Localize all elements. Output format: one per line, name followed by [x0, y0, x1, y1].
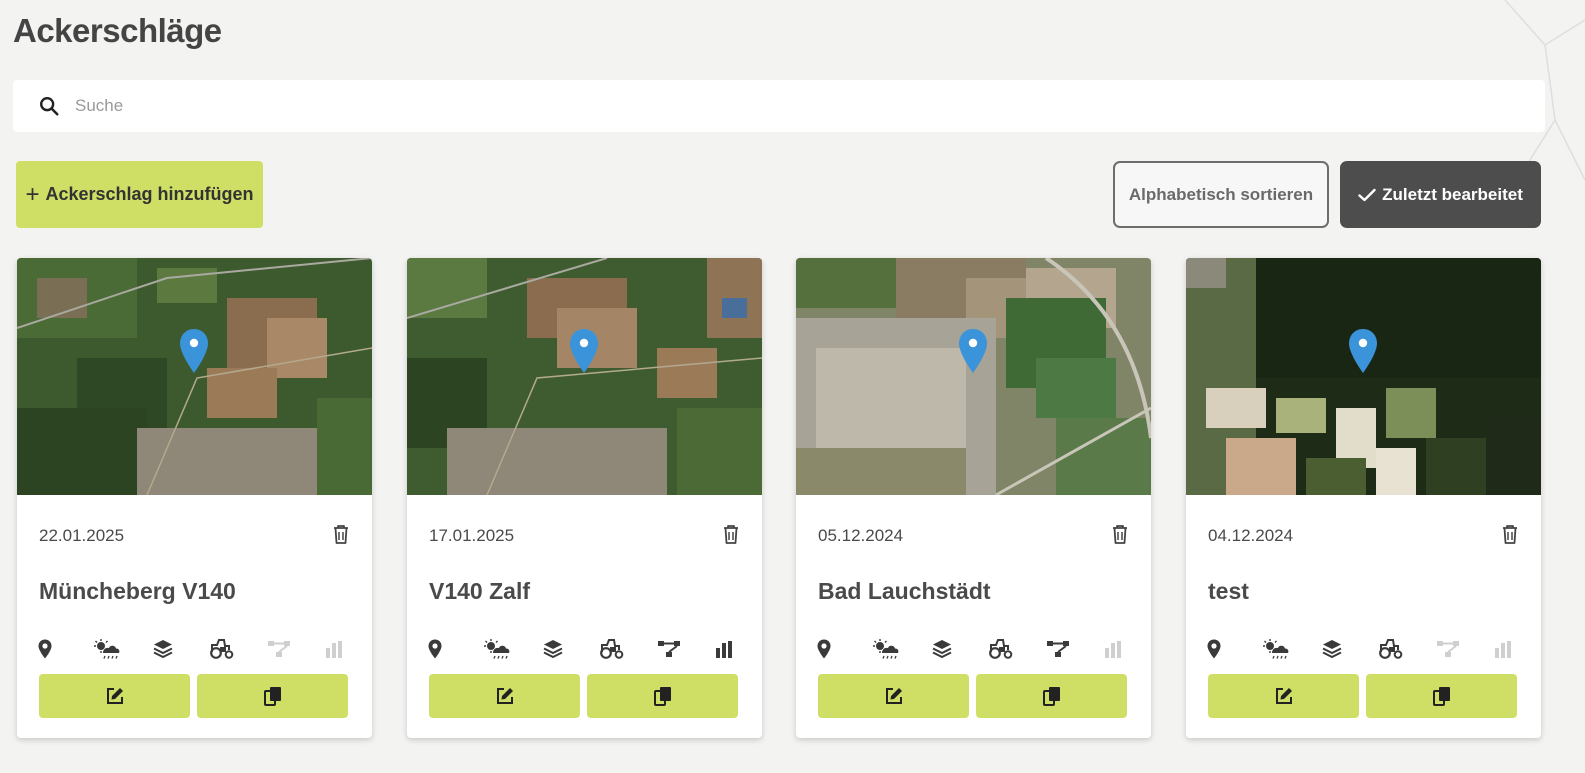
- field-date: 05.12.2024: [818, 526, 904, 545]
- sort-alphabetical-label: Alphabetisch sortieren: [1128, 184, 1314, 204]
- duplicate-button[interactable]: [976, 674, 1127, 718]
- network-icon: [657, 638, 681, 660]
- trash-icon[interactable]: [1501, 524, 1519, 544]
- field-card[interactable]: 22.01.2025 Müncheberg V140: [17, 258, 372, 738]
- copy-icon: [1432, 687, 1450, 706]
- layers-icon: [1322, 638, 1342, 660]
- field-name: V140 Zalf: [429, 578, 530, 604]
- page-title: Ackerschläge: [13, 12, 222, 49]
- map-thumbnail: [407, 258, 762, 495]
- copy-icon: [653, 687, 671, 706]
- location-icon: [1206, 638, 1222, 660]
- layers-icon: [153, 638, 173, 660]
- map-thumbnail: [796, 258, 1151, 495]
- location-pin-icon: [1349, 329, 1377, 373]
- chart-icon: [1494, 638, 1512, 660]
- tractor-icon: [599, 638, 625, 660]
- duplicate-button[interactable]: [1366, 674, 1517, 718]
- field-name: Bad Lauchstädt: [818, 578, 991, 604]
- tractor-icon: [209, 638, 235, 660]
- status-icons: [427, 638, 745, 660]
- edit-icon: [496, 688, 513, 704]
- duplicate-button[interactable]: [197, 674, 348, 718]
- field-card[interactable]: 17.01.2025 V140 Zalf: [407, 258, 762, 738]
- chart-icon: [325, 638, 343, 660]
- sort-recent-label: Zuletzt bearbeitet: [1382, 184, 1523, 204]
- weather-icon: [483, 638, 511, 660]
- status-icons: [1206, 638, 1524, 660]
- copy-icon: [263, 687, 281, 706]
- duplicate-button[interactable]: [587, 674, 738, 718]
- layers-icon: [932, 638, 952, 660]
- edit-icon: [106, 688, 123, 704]
- add-field-button[interactable]: + Ackerschlag hinzufügen: [16, 161, 263, 228]
- trash-icon[interactable]: [332, 524, 350, 544]
- status-icons: [816, 638, 1134, 660]
- map-thumbnail: [1186, 258, 1541, 495]
- network-icon: [267, 638, 291, 660]
- location-icon: [37, 638, 53, 660]
- sort-alphabetical-button[interactable]: Alphabetisch sortieren: [1113, 161, 1329, 228]
- add-field-label: Ackerschlag hinzufügen: [45, 184, 254, 204]
- sort-recent-button[interactable]: Zuletzt bearbeitet: [1340, 161, 1541, 228]
- weather-icon: [1262, 638, 1290, 660]
- field-card[interactable]: 04.12.2024 test: [1186, 258, 1541, 738]
- field-date: 04.12.2024: [1208, 526, 1294, 545]
- field-date: 22.01.2025: [39, 526, 125, 545]
- copy-icon: [1042, 687, 1060, 706]
- field-date: 17.01.2025: [429, 526, 515, 545]
- location-pin-icon: [959, 329, 987, 373]
- edit-icon: [1275, 688, 1292, 704]
- location-pin-icon: [570, 329, 598, 373]
- field-name: test: [1208, 578, 1249, 604]
- status-icons: [37, 638, 355, 660]
- layers-icon: [543, 638, 563, 660]
- edit-button[interactable]: [818, 674, 969, 718]
- chart-icon: [1104, 638, 1122, 660]
- field-name: Müncheberg V140: [39, 578, 236, 604]
- edit-button[interactable]: [1208, 674, 1359, 718]
- location-pin-icon: [180, 329, 208, 373]
- location-icon: [816, 638, 832, 660]
- location-icon: [427, 638, 443, 660]
- edit-button[interactable]: [39, 674, 190, 718]
- tractor-icon: [1378, 638, 1404, 660]
- plus-icon: +: [25, 180, 40, 208]
- tractor-icon: [988, 638, 1014, 660]
- edit-button[interactable]: [429, 674, 580, 718]
- search-icon: [40, 97, 59, 116]
- search-input[interactable]: [75, 96, 1475, 116]
- check-icon: [1358, 188, 1376, 201]
- weather-icon: [93, 638, 121, 660]
- trash-icon[interactable]: [722, 524, 740, 544]
- weather-icon: [872, 638, 900, 660]
- trash-icon[interactable]: [1111, 524, 1129, 544]
- chart-icon: [715, 638, 733, 660]
- network-icon: [1046, 638, 1070, 660]
- field-card[interactable]: 05.12.2024 Bad Lauchstädt: [796, 258, 1151, 738]
- network-icon: [1436, 638, 1460, 660]
- edit-icon: [885, 688, 902, 704]
- map-thumbnail: [17, 258, 372, 495]
- search-bar: [13, 80, 1545, 132]
